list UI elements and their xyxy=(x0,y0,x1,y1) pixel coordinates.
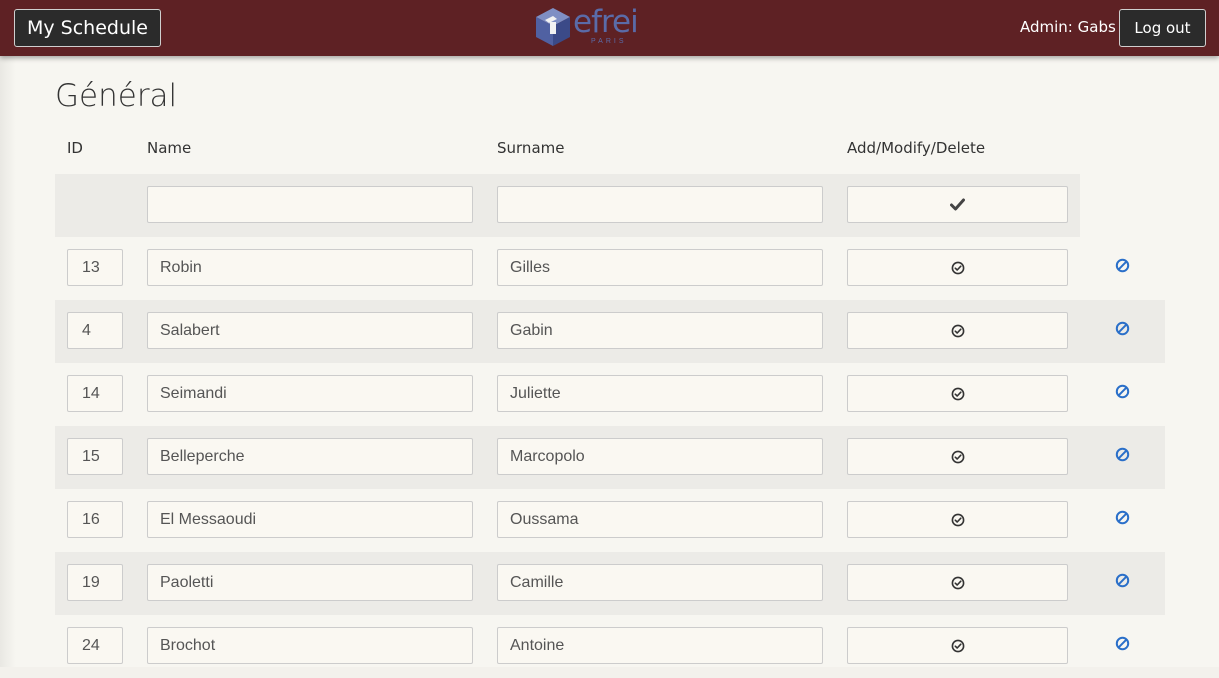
row-surname-input[interactable]: Camille xyxy=(497,564,823,601)
logout-button[interactable]: Log out xyxy=(1119,9,1206,47)
page-title: Général xyxy=(55,78,178,114)
ban-icon xyxy=(1115,258,1130,273)
check-circle-icon xyxy=(951,639,964,652)
modify-button[interactable] xyxy=(847,438,1068,475)
row-surname-input[interactable]: Gabin xyxy=(497,312,823,349)
row-name-input[interactable]: Brochot xyxy=(147,627,473,664)
check-circle-icon xyxy=(951,324,964,337)
delete-button[interactable] xyxy=(1115,384,1130,399)
logo-cube-icon xyxy=(536,8,570,46)
row-name-input[interactable]: Robin xyxy=(147,249,473,286)
ban-icon xyxy=(1115,510,1130,525)
navbar: My Schedule efrei PARIS Admin: Gabs Log … xyxy=(0,0,1219,56)
ban-icon xyxy=(1115,447,1130,462)
header-actions: Add/Modify/Delete xyxy=(847,139,986,157)
row-id-field: 14 xyxy=(67,375,123,412)
check-circle-icon xyxy=(951,261,964,274)
check-circle-icon xyxy=(951,513,964,526)
row-id-field: 24 xyxy=(67,627,123,664)
delete-button[interactable] xyxy=(1115,447,1130,462)
check-circle-icon xyxy=(951,576,964,589)
row-name-input[interactable]: Belleperche xyxy=(147,438,473,475)
row-name-input[interactable]: Seimandi xyxy=(147,375,473,412)
delete-button[interactable] xyxy=(1115,573,1130,588)
row-name-input[interactable]: Salabert xyxy=(147,312,473,349)
row-surname-input[interactable]: Gilles xyxy=(497,249,823,286)
left-shadow xyxy=(0,56,16,667)
row-id-field: 13 xyxy=(67,249,123,286)
modify-button[interactable] xyxy=(847,375,1068,412)
ban-icon xyxy=(1115,321,1130,336)
efrei-logo: efrei PARIS xyxy=(533,4,657,48)
modify-button[interactable] xyxy=(847,249,1068,286)
check-circle-icon xyxy=(951,450,964,463)
delete-button[interactable] xyxy=(1115,636,1130,651)
row-surname-input[interactable]: Antoine xyxy=(497,627,823,664)
row-surname-input[interactable]: Juliette xyxy=(497,375,823,412)
row-surname-input[interactable]: Marcopolo xyxy=(497,438,823,475)
header-id: ID xyxy=(67,139,83,157)
new-surname-input[interactable] xyxy=(497,186,823,223)
my-schedule-button[interactable]: My Schedule xyxy=(14,9,161,47)
row-id-field: 16 xyxy=(67,501,123,538)
header-surname: Surname xyxy=(497,139,565,157)
add-button[interactable] xyxy=(847,186,1068,223)
row-name-input[interactable]: Paoletti xyxy=(147,564,473,601)
check-icon xyxy=(950,198,965,211)
row-name-input[interactable]: El Messaoudi xyxy=(147,501,473,538)
row-id-field: 4 xyxy=(67,312,123,349)
row-id-field: 19 xyxy=(67,564,123,601)
modify-button[interactable] xyxy=(847,564,1068,601)
ban-icon xyxy=(1115,636,1130,651)
row-surname-input[interactable]: Oussama xyxy=(497,501,823,538)
ban-icon xyxy=(1115,573,1130,588)
delete-button[interactable] xyxy=(1115,258,1130,273)
admin-label: Admin: Gabs xyxy=(1020,18,1116,36)
row-id-field: 15 xyxy=(67,438,123,475)
header-name: Name xyxy=(147,139,192,157)
modify-button[interactable] xyxy=(847,501,1068,538)
logo-text: efrei xyxy=(573,4,639,40)
logo-subtext: PARIS xyxy=(591,38,627,45)
check-circle-icon xyxy=(951,387,964,400)
delete-button[interactable] xyxy=(1115,510,1130,525)
modify-button[interactable] xyxy=(847,312,1068,349)
modify-button[interactable] xyxy=(847,627,1068,664)
ban-icon xyxy=(1115,384,1130,399)
delete-button[interactable] xyxy=(1115,321,1130,336)
new-name-input[interactable] xyxy=(147,186,473,223)
